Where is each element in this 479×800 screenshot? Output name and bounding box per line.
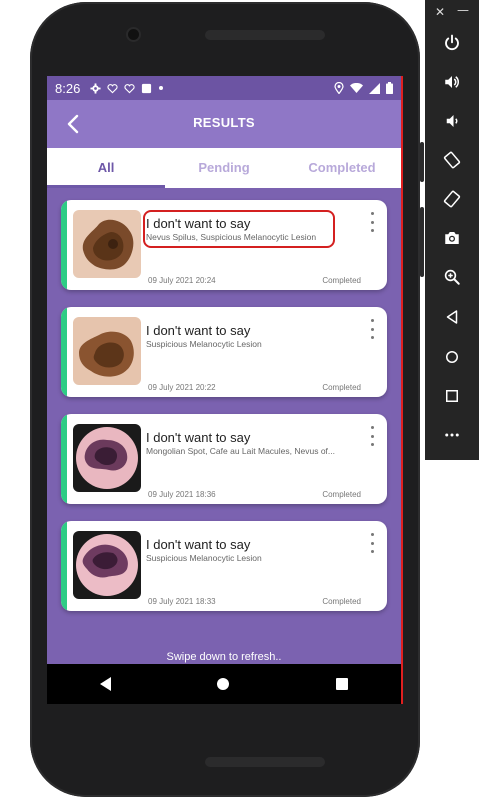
result-title: I don't want to say	[146, 537, 251, 552]
emulator-toolbar: ✕ —	[425, 0, 479, 460]
system-nav-bar	[47, 664, 401, 704]
result-card[interactable]: I don't want to say Suspicious Melanocyt…	[61, 521, 387, 611]
more-horizontal-icon[interactable]	[435, 420, 469, 450]
overview-square-icon[interactable]	[435, 381, 469, 411]
result-status: Completed	[322, 490, 361, 499]
status-accent-bar	[61, 414, 67, 504]
dot-icon	[159, 86, 164, 90]
home-circle-icon[interactable]	[435, 342, 469, 372]
rotate-left-icon[interactable]	[435, 145, 469, 175]
app-notification-icon	[142, 83, 152, 93]
back-triangle-icon[interactable]	[435, 302, 469, 332]
device-screen: 8:26 RESULTS All Pending Completed I don…	[47, 76, 403, 704]
bottom-speaker	[205, 757, 325, 767]
status-accent-bar	[61, 307, 67, 397]
highlight-box	[143, 210, 335, 248]
result-diagnosis: Mongolian Spot, Cafe au Lait Macules, Ne…	[146, 446, 335, 456]
result-title: I don't want to say	[146, 323, 251, 338]
camera-icon[interactable]	[435, 223, 469, 253]
status-time: 8:26	[55, 80, 81, 96]
status-accent-bar	[61, 200, 67, 290]
lesion-thumbnail	[73, 424, 141, 492]
result-card[interactable]: I don't want to say Suspicious Melanocyt…	[61, 307, 387, 397]
power-side-button	[420, 142, 424, 182]
power-icon[interactable]	[435, 28, 469, 58]
rotate-right-icon[interactable]	[435, 184, 469, 214]
close-icon[interactable]: ✕	[435, 5, 445, 19]
refresh-hint: Swipe down to refresh..	[166, 651, 282, 663]
result-date: 09 July 2021 20:22	[148, 383, 216, 392]
result-title: I don't want to say	[146, 430, 251, 445]
result-card[interactable]: I don't want to say Nevus Spilus, Suspic…	[61, 200, 387, 290]
wifi-icon	[350, 82, 363, 93]
status-accent-bar	[61, 521, 67, 611]
result-status: Completed	[322, 597, 361, 606]
battery-icon	[386, 82, 393, 94]
more-options-icon[interactable]	[367, 426, 377, 446]
more-options-icon[interactable]	[367, 319, 377, 339]
more-options-icon[interactable]	[367, 533, 377, 553]
tab-completed[interactable]: Completed	[283, 148, 401, 188]
status-bar: 8:26	[47, 76, 401, 100]
result-status: Completed	[322, 276, 361, 285]
result-diagnosis: Suspicious Melanocytic Lesion	[146, 553, 262, 563]
nav-home-icon[interactable]	[217, 678, 230, 690]
result-date: 09 July 2021 20:24	[148, 276, 216, 285]
lesion-thumbnail	[73, 317, 141, 385]
result-status: Completed	[322, 383, 361, 392]
result-date: 09 July 2021 18:36	[148, 490, 216, 499]
earpiece-speaker	[205, 30, 325, 40]
front-camera	[128, 29, 139, 40]
heart-outline-icon	[107, 83, 118, 93]
tab-bar: All Pending Completed	[47, 148, 401, 188]
nav-back-icon[interactable]	[100, 677, 112, 691]
lesion-thumbnail	[73, 531, 141, 599]
nav-recents-icon[interactable]	[335, 678, 348, 690]
app-bar: RESULTS	[47, 100, 401, 148]
tab-all[interactable]: All	[47, 148, 165, 188]
result-date: 09 July 2021 18:33	[148, 597, 216, 606]
page-title: RESULTS	[193, 115, 255, 130]
volume-up-icon[interactable]	[435, 67, 469, 97]
location-icon	[334, 82, 344, 94]
lesion-thumbnail	[73, 210, 141, 278]
zoom-icon[interactable]	[435, 262, 469, 292]
volume-side-button	[420, 207, 424, 277]
result-diagnosis: Suspicious Melanocytic Lesion	[146, 339, 262, 349]
heart-outline-icon	[124, 83, 135, 93]
tab-pending[interactable]: Pending	[165, 148, 283, 188]
minimize-icon[interactable]: —	[457, 3, 469, 17]
settings-icon	[90, 82, 101, 94]
volume-down-icon[interactable]	[435, 106, 469, 136]
more-options-icon[interactable]	[367, 212, 377, 232]
result-card[interactable]: I don't want to say Mongolian Spot, Cafe…	[61, 414, 387, 504]
signal-icon	[369, 82, 380, 94]
